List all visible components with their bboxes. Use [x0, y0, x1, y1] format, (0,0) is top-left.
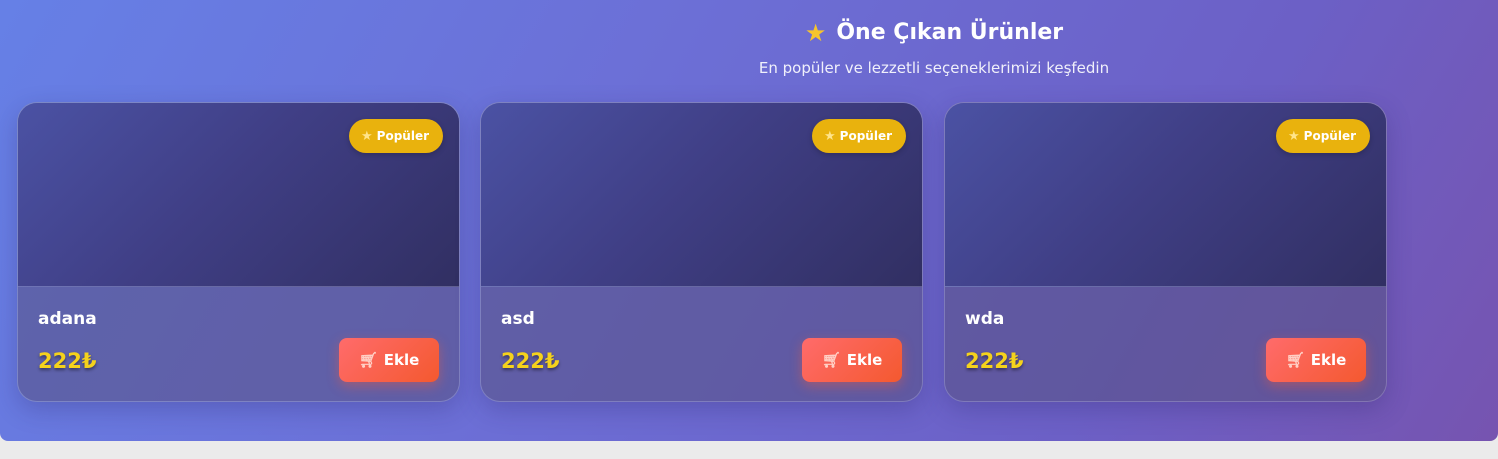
- featured-products-section: ★ Öne Çıkan Ürünler En popüler ve lezzet…: [0, 0, 1498, 441]
- star-icon: ★: [824, 128, 836, 144]
- star-icon: ★: [1288, 128, 1300, 144]
- add-button-label: Ekle: [383, 351, 420, 369]
- popular-badge: ★ Popüler: [812, 119, 906, 153]
- product-card[interactable]: ★ Popüler asd 222₺ 🛒︎ Ekle: [480, 102, 923, 402]
- product-image: ★ Popüler: [945, 103, 1386, 287]
- cart-icon: 🛒︎: [821, 351, 841, 369]
- product-price: 222₺: [38, 349, 97, 373]
- popular-badge: ★ Popüler: [349, 119, 443, 153]
- add-to-cart-button[interactable]: 🛒︎ Ekle: [1266, 338, 1366, 382]
- product-name: adana: [38, 309, 97, 329]
- product-price: 222₺: [965, 349, 1024, 373]
- product-image: ★ Popüler: [18, 103, 459, 287]
- badge-label: Popüler: [376, 129, 429, 143]
- product-name: wda: [965, 309, 1005, 329]
- cart-icon: 🛒︎: [1285, 351, 1305, 369]
- section-title-text: Öne Çıkan Ürünler: [836, 20, 1064, 45]
- section-subtitle: En popüler ve lezzetli seçeneklerimizi k…: [758, 59, 1110, 77]
- add-to-cart-button[interactable]: 🛒︎ Ekle: [802, 338, 902, 382]
- product-info: adana 222₺ 🛒︎ Ekle: [18, 287, 459, 401]
- product-image: ★ Popüler: [481, 103, 922, 287]
- add-to-cart-button[interactable]: 🛒︎ Ekle: [339, 338, 439, 382]
- add-button-label: Ekle: [846, 351, 883, 369]
- product-card[interactable]: ★ Popüler adana 222₺ 🛒︎ Ekle: [17, 102, 460, 402]
- product-name: asd: [501, 309, 535, 329]
- product-card[interactable]: ★ Popüler wda 222₺ 🛒︎ Ekle: [944, 102, 1387, 402]
- cart-icon: 🛒︎: [358, 351, 378, 369]
- section-title: ★ Öne Çıkan Ürünler: [0, 20, 1498, 45]
- star-icon: ★: [804, 18, 827, 47]
- product-info: wda 222₺ 🛒︎ Ekle: [945, 287, 1386, 401]
- badge-label: Popüler: [839, 129, 892, 143]
- product-price: 222₺: [501, 349, 560, 373]
- popular-badge: ★ Popüler: [1276, 119, 1370, 153]
- star-icon: ★: [361, 128, 373, 144]
- badge-label: Popüler: [1303, 129, 1356, 143]
- add-button-label: Ekle: [1310, 351, 1347, 369]
- product-info: asd 222₺ 🛒︎ Ekle: [481, 287, 922, 401]
